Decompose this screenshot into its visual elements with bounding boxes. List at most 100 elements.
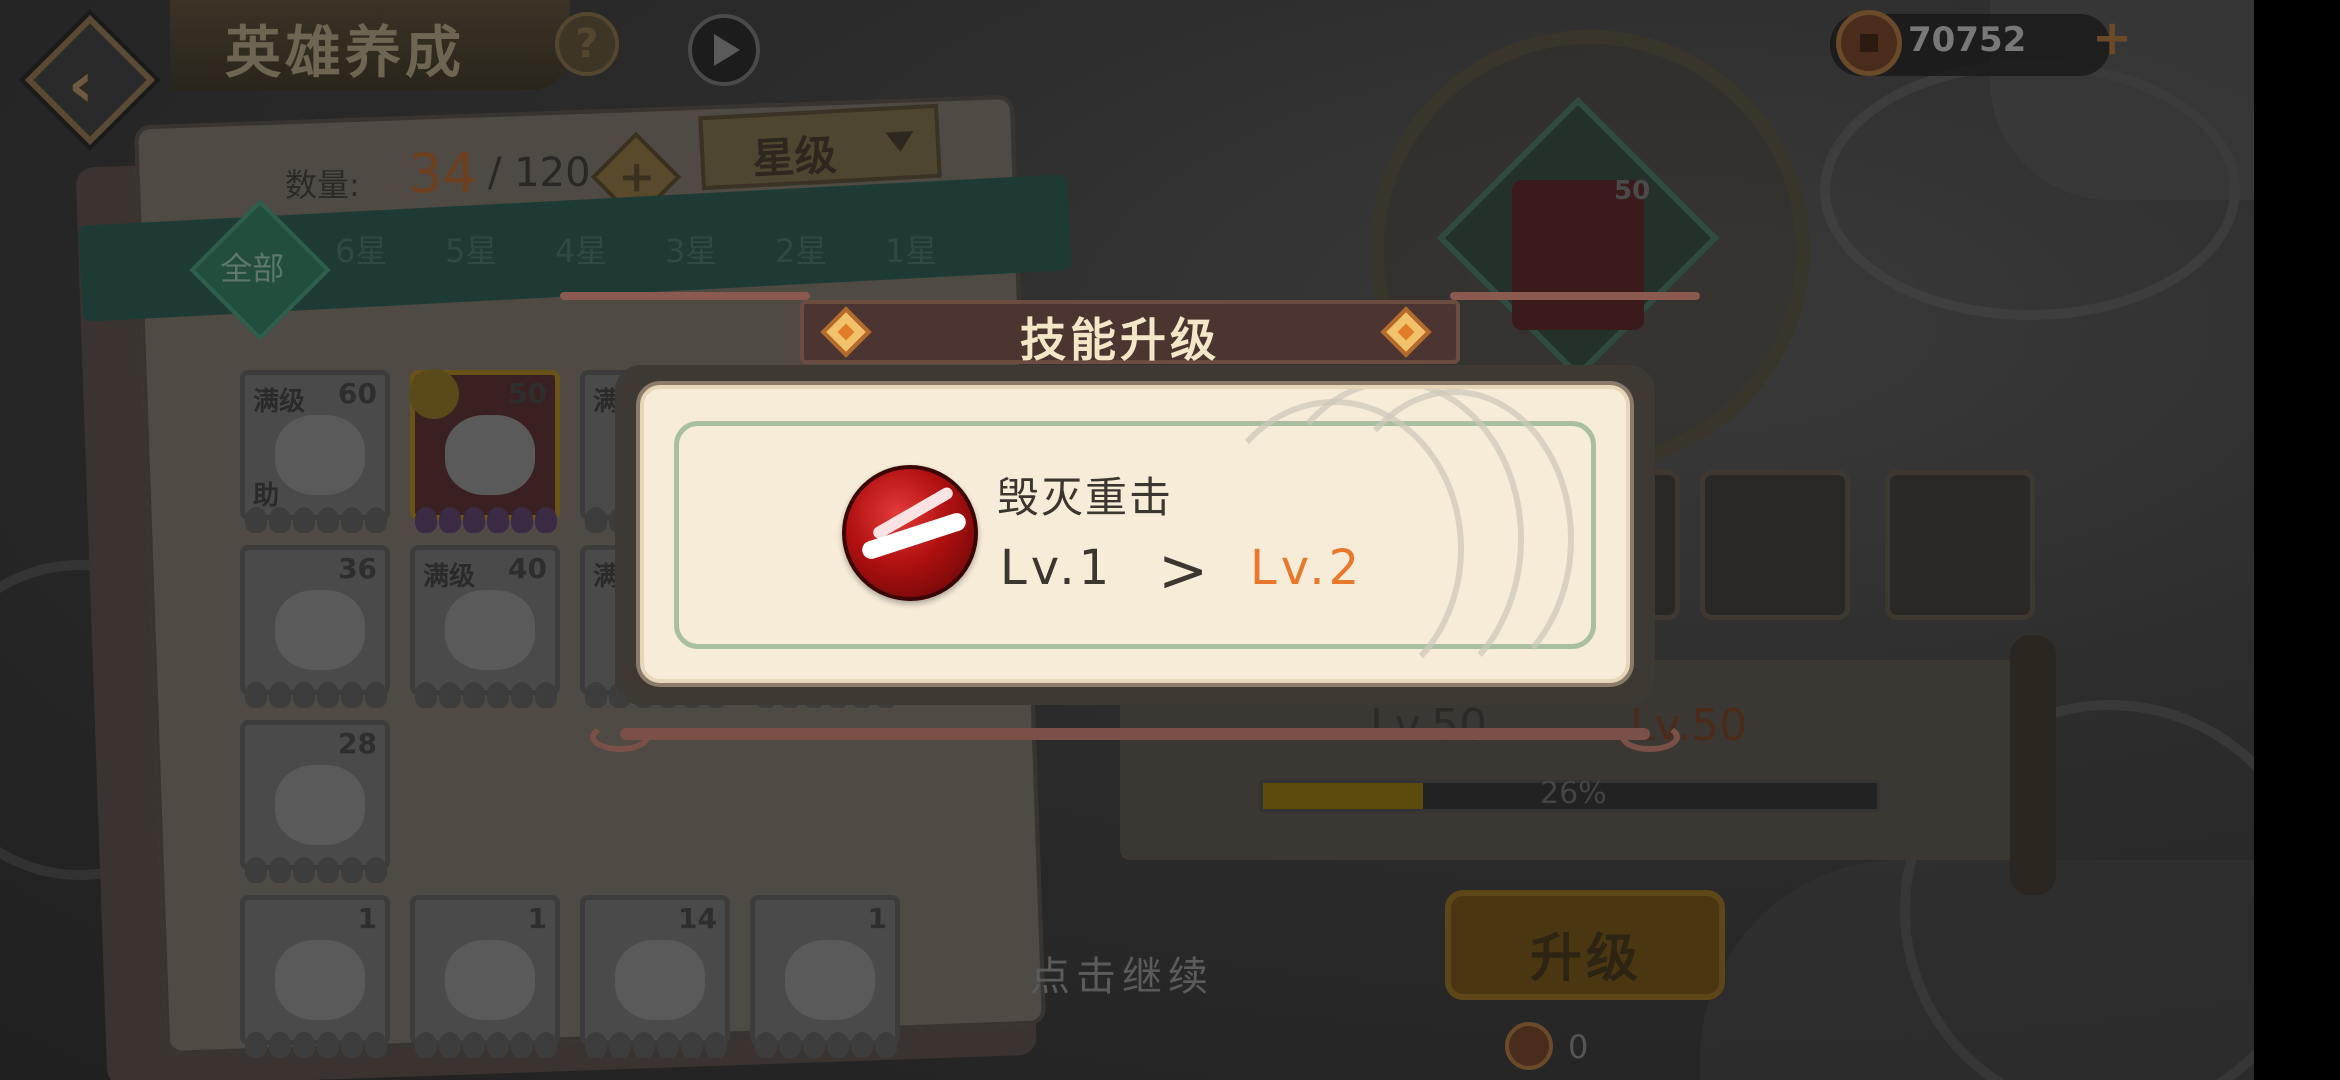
star-flames <box>585 1032 735 1062</box>
hero-card[interactable]: 1 <box>750 895 900 1058</box>
add-currency-button[interactable]: + <box>2092 10 2132 66</box>
flame-icon <box>511 507 533 533</box>
flame-icon <box>535 1032 557 1058</box>
flame-icon <box>245 1032 267 1058</box>
tab-6-star[interactable]: 6星 <box>335 226 387 272</box>
flame-icon <box>535 507 557 533</box>
flame-icon <box>585 507 607 533</box>
flame-icon <box>463 682 485 708</box>
hero-face <box>785 940 875 1020</box>
hero-level: 14 <box>678 902 717 935</box>
star-filter-label: 星级 <box>751 130 838 184</box>
flame-icon <box>439 682 461 708</box>
hero-card[interactable]: 40 满级 <box>410 545 560 708</box>
flame-icon <box>609 1032 631 1058</box>
star-filter-dropdown[interactable]: 星级 <box>698 103 942 191</box>
bottom-curl <box>1620 722 1680 752</box>
hero-face <box>445 590 535 670</box>
skill-slot[interactable] <box>1885 470 2035 620</box>
star-flames <box>755 1032 905 1062</box>
flame-icon <box>293 507 315 533</box>
flame-icon <box>827 1032 849 1058</box>
hero-face <box>275 765 365 845</box>
flame-icon <box>415 1032 437 1058</box>
modal-bottom-bar <box>620 728 1650 740</box>
chevron-down-icon <box>885 131 915 153</box>
tab-4-star[interactable]: 4星 <box>555 226 607 272</box>
flame-icon <box>341 1032 363 1058</box>
page-title: 英雄养成 <box>225 20 465 86</box>
hero-card[interactable]: 1 <box>410 895 560 1058</box>
flame-icon <box>317 1032 339 1058</box>
upgrade-button-label: 升级 <box>1530 929 1643 989</box>
flame-icon <box>415 682 437 708</box>
title-wing-right <box>1450 292 1700 300</box>
level-arrow: > <box>1158 536 1209 606</box>
hero-card[interactable]: 36 <box>240 545 390 708</box>
hero-count-label: 数量: <box>285 166 360 204</box>
wave-decoration <box>1334 389 1574 679</box>
bottom-curl <box>590 722 650 752</box>
flame-icon <box>803 1032 825 1058</box>
tap-to-continue-hint[interactable]: 点击继续 <box>1030 944 1214 1002</box>
flame-icon <box>317 507 339 533</box>
copper-coin-icon <box>1505 1022 1553 1070</box>
flame-icon <box>365 682 387 708</box>
flame-icon <box>245 682 267 708</box>
hero-level-old: Lv.50 <box>1370 700 1488 751</box>
flame-icon <box>755 1032 777 1058</box>
hero-card[interactable]: 14 <box>580 895 730 1058</box>
skill-slot[interactable] <box>1700 470 1850 620</box>
screen-edge-bar <box>2254 0 2340 1080</box>
flame-icon <box>511 682 533 708</box>
exp-progress-fill <box>1263 783 1423 809</box>
hero-card[interactable]: 60 满级助 <box>240 370 390 533</box>
flame-icon <box>511 1032 533 1058</box>
hero-face <box>615 940 705 1020</box>
flame-icon <box>293 857 315 883</box>
play-triangle <box>714 34 740 66</box>
question-icon[interactable]: ? <box>555 12 619 76</box>
flame-icon <box>293 1032 315 1058</box>
flame-icon <box>269 507 291 533</box>
skill-name: 毁灭重击 <box>997 473 1174 522</box>
hero-face <box>445 940 535 1020</box>
flame-icon <box>341 857 363 883</box>
skill-level-from: Lv.1 <box>1000 540 1114 596</box>
hero-level: 1 <box>867 902 887 935</box>
plus-icon: + <box>618 151 656 203</box>
copper-coin-icon <box>1836 10 1902 76</box>
star-flames <box>415 1032 565 1062</box>
hero-level: 60 <box>338 377 377 410</box>
star-flames <box>245 1032 395 1062</box>
star-flames <box>415 507 565 537</box>
star-flames <box>245 507 395 537</box>
flame-icon <box>245 857 267 883</box>
flame-icon <box>633 1032 655 1058</box>
game-screen: ‹ 英雄养成 ? 70752 + 数量: 34 / 120 + 星级 全部 6星… <box>0 0 2254 1080</box>
hero-card[interactable]: 28 <box>240 720 390 883</box>
hero-card[interactable]: 50 <box>409 369 560 533</box>
hero-level: 50 <box>508 377 547 410</box>
hero-level: 1 <box>357 902 377 935</box>
tab-2-star[interactable]: 2星 <box>775 226 827 272</box>
modal-title: 技能升级 <box>1020 313 1220 367</box>
skill-icon <box>842 465 978 601</box>
flame-icon <box>317 857 339 883</box>
flame-icon <box>851 1032 873 1058</box>
currency-value: 70752 <box>1908 20 2027 60</box>
flame-icon <box>779 1032 801 1058</box>
tab-3-star[interactable]: 3星 <box>665 226 717 272</box>
flame-icon <box>365 1032 387 1058</box>
hero-card[interactable]: 1 <box>240 895 390 1058</box>
tab-5-star[interactable]: 5星 <box>445 226 497 272</box>
hero-face <box>445 415 535 495</box>
flame-icon <box>439 1032 461 1058</box>
max-level-tag: 满级 <box>253 387 306 417</box>
title-wing-left <box>560 292 810 300</box>
tab-1-star[interactable]: 1星 <box>885 226 937 272</box>
flame-icon <box>269 857 291 883</box>
hero-count-total: / 120 <box>488 150 591 196</box>
max-level-tag: 满级 <box>423 562 476 592</box>
hero-level: 36 <box>338 552 377 585</box>
